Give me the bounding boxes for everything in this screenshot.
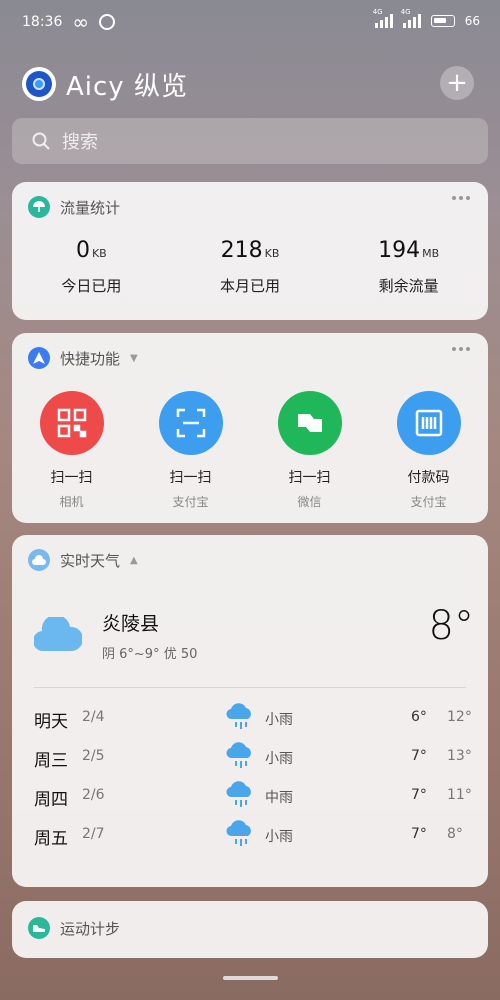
rain-icon [226, 703, 251, 729]
battery-level: 66 [464, 14, 480, 28]
app-title: Aicy 纵览 [66, 71, 188, 102]
infinity-icon: ∞ [72, 10, 90, 34]
rain-icon [226, 742, 251, 768]
app-logo [22, 67, 56, 101]
qr-code-icon [39, 391, 104, 455]
add-button[interactable]: + [440, 66, 474, 100]
scan-icon [158, 391, 223, 455]
umbrella-icon [28, 196, 50, 218]
search-placeholder: 搜索 [62, 132, 98, 153]
stat-today: 0 KB 今日已用 [61, 238, 122, 295]
navigation-icon [28, 347, 50, 369]
search-icon [32, 132, 50, 150]
search-bar[interactable]: 搜索 [12, 118, 488, 164]
rain-icon [226, 781, 251, 807]
quick-item-alipay-scan[interactable]: 扫一扫 支付宝 [131, 391, 250, 510]
city-name: 炎陵县 [102, 613, 160, 635]
quick-card: 快捷功能 ▼ 扫一扫 相机 扫一扫 支付宝 扫一扫 微信 付款码 支付宝 [12, 333, 488, 523]
forecast-row: 明天 2/4 小雨 6° 12° [34, 703, 472, 746]
steps-title: 运动计步 [60, 919, 121, 938]
cloud-icon-large [34, 617, 82, 651]
quick-item-payment-code[interactable]: 付款码 支付宝 [369, 391, 488, 510]
signal-icon: 4G [373, 8, 393, 28]
stat-remaining: 194 MB 剩余流量 [378, 238, 440, 295]
app-header: Aicy 纵览 + [22, 64, 478, 104]
signal-icon-2: 4G [401, 8, 421, 28]
caret-up-icon[interactable]: ▲ [130, 555, 138, 566]
forecast-row: 周三 2/5 小雨 7° 13° [34, 742, 472, 785]
status-time: 18:36 [22, 14, 63, 30]
stat-month: 218 KB 本月已用 [220, 238, 281, 295]
status-bar: 18:36 ∞ 4G 4G 66 [0, 0, 500, 50]
divider [34, 687, 466, 688]
shoe-icon [28, 917, 50, 939]
forecast-list: 明天 2/4 小雨 6° 12° 周三 2/5 小雨 7° 13° 周四 2/6… [34, 703, 472, 863]
caret-down-icon[interactable]: ▼ [130, 353, 138, 364]
weather-card[interactable]: 实时天气 ▲ 炎陵县 阴 6°~9° 优 50 8° 明天 2/4 小雨 6° … [12, 535, 488, 887]
traffic-card[interactable]: 流量统计 0 KB 今日已用 218 KB 本月已用 194 MB 剩余流量 [12, 182, 488, 320]
traffic-title: 流量统计 [60, 198, 121, 217]
more-icon[interactable] [452, 347, 470, 351]
current-temperature: 8° [428, 603, 474, 649]
cloud-icon [28, 549, 50, 571]
more-icon[interactable] [452, 196, 470, 200]
steps-card[interactable]: 运动计步 [12, 901, 488, 958]
forecast-row: 周四 2/6 中雨 7° 11° [34, 781, 472, 824]
battery-icon [430, 15, 455, 27]
quick-item-wechat-scan[interactable]: 扫一扫 微信 [250, 391, 369, 510]
notification-icon [99, 14, 116, 30]
weather-summary: 阴 6°~9° 优 50 [102, 647, 198, 662]
quick-title: 快捷功能 [60, 349, 121, 368]
barcode-icon [396, 391, 461, 455]
forecast-row: 周五 2/7 小雨 7° 8° [34, 820, 468, 863]
wechat-scan-icon [277, 391, 342, 455]
rain-icon [226, 820, 251, 846]
home-indicator[interactable] [223, 976, 278, 980]
weather-title: 实时天气 [60, 551, 121, 570]
quick-item-camera-scan[interactable]: 扫一扫 相机 [12, 391, 131, 510]
